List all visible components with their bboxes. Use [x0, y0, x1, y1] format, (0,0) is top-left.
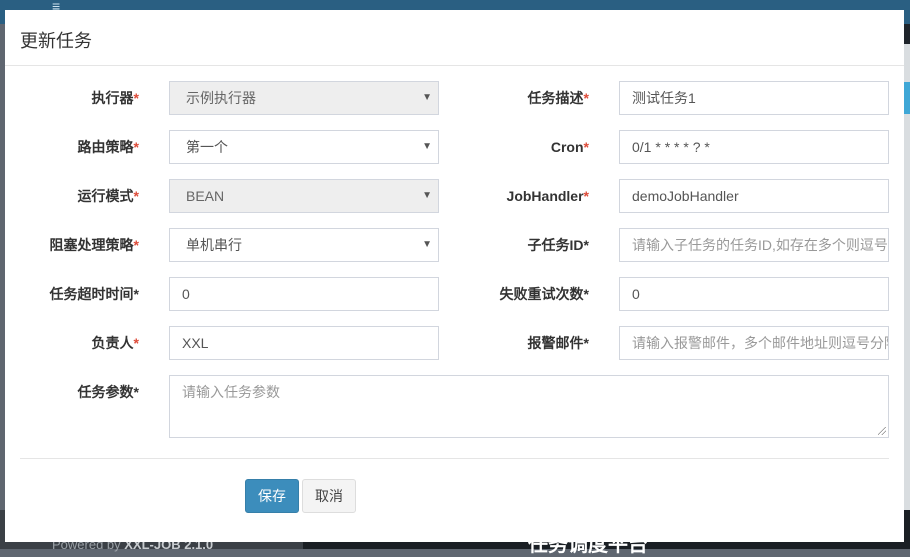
resize-grip-icon[interactable]	[878, 427, 886, 435]
chevron-down-icon: ▼	[422, 92, 432, 103]
label-block-strategy: 阻塞处理策略*	[49, 237, 139, 253]
job-desc-input[interactable]: 测试任务1	[619, 81, 889, 115]
label-executor-param: 任务参数*	[77, 384, 139, 400]
cron-input[interactable]: 0/1 * * * * ? *	[619, 130, 889, 164]
alarm-email-input[interactable]: 请输入报警邮件，多个邮件地址则逗号分隔	[619, 326, 889, 360]
chevron-down-icon: ▼	[422, 190, 432, 201]
label-job-desc: 任务描述*	[527, 90, 589, 106]
label-alarm-email: 报警邮件*	[527, 335, 589, 351]
label-timeout: 任务超时时间*	[49, 286, 139, 302]
block-strategy-select[interactable]: 单机串行 ▼	[169, 228, 439, 262]
route-strategy-select[interactable]: 第一个 ▼	[169, 130, 439, 164]
label-route-strategy: 路由策略*	[77, 139, 139, 155]
label-executor: 执行器*	[91, 90, 139, 106]
job-handler-input[interactable]: demoJobHandler	[619, 179, 889, 213]
label-child-job-id: 子任务ID*	[527, 237, 589, 253]
glue-type-select[interactable]: BEAN ▼	[169, 179, 439, 213]
modal-footer-divider	[20, 458, 889, 459]
fail-retry-input[interactable]: 0	[619, 277, 889, 311]
child-job-id-input[interactable]: 请输入子任务的任务ID,如存在多个则逗号分隔	[619, 228, 889, 262]
modal-title: 更新任务	[20, 31, 92, 51]
label-job-handler: JobHandler*	[506, 188, 589, 204]
background-teal-accent	[904, 82, 910, 114]
background-right-panel	[904, 44, 910, 514]
update-task-modal: 更新任务 执行器* 示例执行器 ▼ 路由策略* 第一个 ▼ 运行模式* BEAN…	[5, 10, 904, 542]
label-fail-retry: 失败重试次数*	[499, 286, 589, 302]
chevron-down-icon: ▼	[422, 141, 432, 152]
executor-select[interactable]: 示例执行器 ▼	[169, 81, 439, 115]
save-button[interactable]: 保存	[245, 479, 299, 513]
label-cron: Cron*	[550, 139, 589, 155]
cancel-button[interactable]: 取消	[302, 479, 356, 513]
label-glue-type: 运行模式*	[77, 188, 139, 204]
author-input[interactable]: XXL	[169, 326, 439, 360]
modal-header: 更新任务	[5, 10, 904, 66]
executor-param-textarea[interactable]: 请输入任务参数	[169, 375, 889, 438]
chevron-down-icon: ▼	[422, 239, 432, 250]
timeout-input[interactable]: 0	[169, 277, 439, 311]
label-author: 负责人*	[91, 335, 139, 351]
